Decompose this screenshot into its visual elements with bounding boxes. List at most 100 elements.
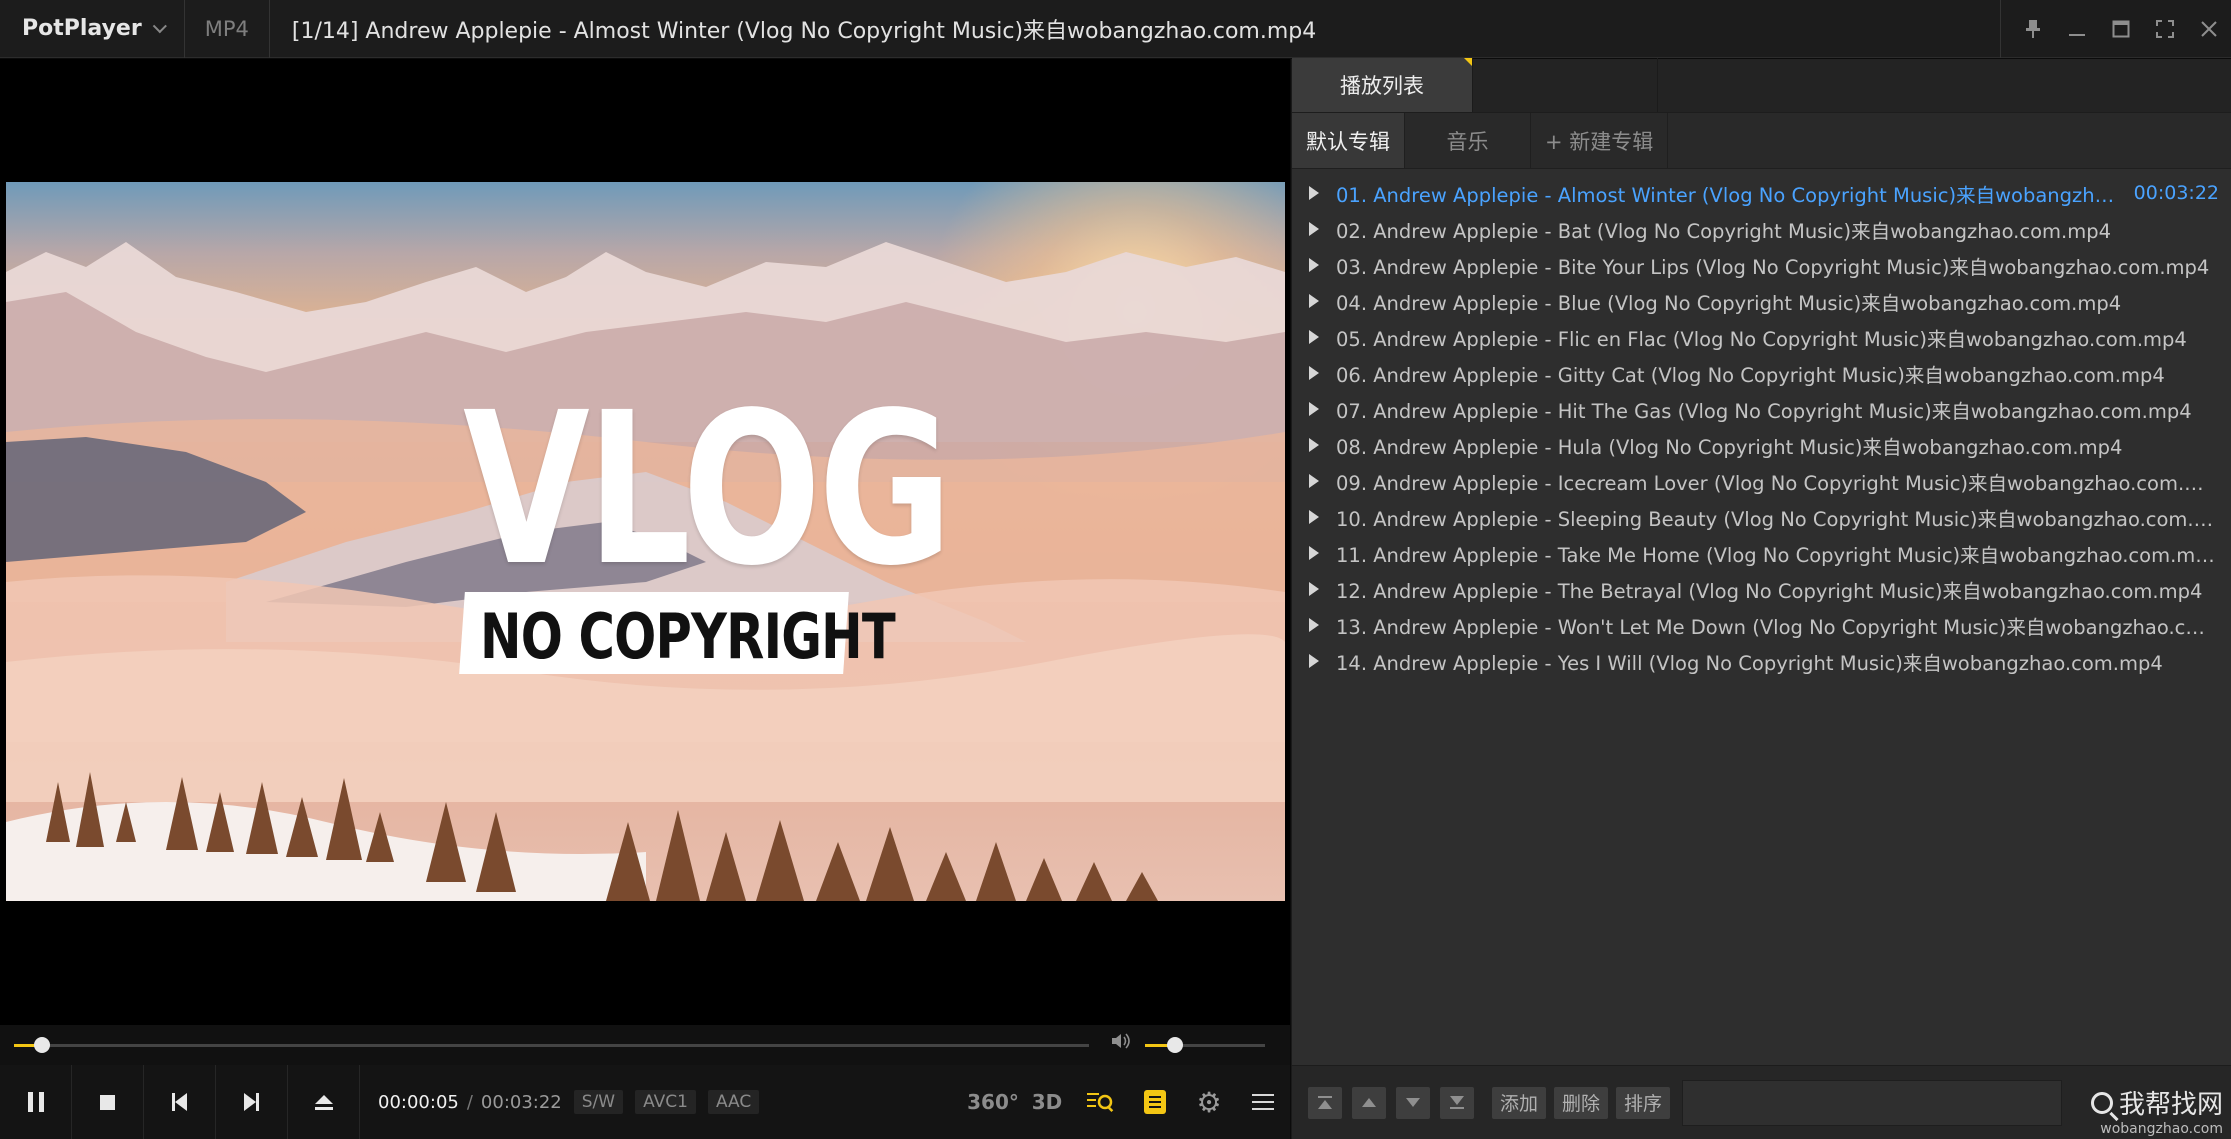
playlist-item[interactable]: 02. Andrew Applepie - Bat (Vlog No Copyr… (1292, 211, 2231, 247)
playlist-item[interactable]: 12. Andrew Applepie - The Betrayal (Vlog… (1292, 571, 2231, 607)
playlist-item-title: 11. Andrew Applepie - Take Me Home (Vlog… (1336, 543, 2216, 567)
playlist-item[interactable]: 07. Andrew Applepie - Hit The Gas (Vlog … (1292, 391, 2231, 427)
play-triangle-icon (1309, 402, 1319, 416)
seek-bar[interactable] (14, 1037, 1089, 1053)
watermark-sub-text: wobangzhao.com (2100, 1121, 2223, 1137)
playlist-items: 01. Andrew Applepie - Almost Winter (Vlo… (1292, 169, 2231, 679)
move-down-button[interactable] (1396, 1086, 1430, 1119)
previous-button[interactable] (144, 1065, 216, 1139)
total-time: 00:03:22 (480, 1091, 562, 1113)
delete-button[interactable]: 删除 (1554, 1086, 1609, 1119)
playlist-item[interactable]: 04. Andrew Applepie - Blue (Vlog No Copy… (1292, 283, 2231, 319)
fullscreen-button[interactable] (2143, 0, 2187, 58)
vr-360-button[interactable]: 360° (966, 1065, 1020, 1139)
playlist-item[interactable]: 09. Andrew Applepie - Icecream Lover (Vl… (1292, 463, 2231, 499)
format-badge: MP4 (185, 0, 270, 58)
speaker-icon (1112, 1033, 1130, 1049)
window-title: [1/14] Andrew Applepie - Almost Winter (… (291, 18, 1317, 44)
playlist-item[interactable]: 13. Andrew Applepie - Won't Let Me Down … (1292, 607, 2231, 643)
skip-previous-icon (172, 1093, 187, 1111)
play-triangle-icon (1309, 438, 1319, 452)
playlist-item-title: 03. Andrew Applepie - Bite Your Lips (Vl… (1336, 255, 2210, 279)
playlist-item-title: 01. Andrew Applepie - Almost Winter (Vlo… (1336, 183, 2126, 207)
play-triangle-icon (1309, 366, 1319, 380)
playlist-item-title: 07. Andrew Applepie - Hit The Gas (Vlog … (1336, 399, 2192, 423)
pin-button[interactable] (2011, 0, 2055, 58)
main-menu-button[interactable] (1236, 1065, 1290, 1139)
play-triangle-icon (1309, 222, 1319, 236)
move-to-bottom-button[interactable] (1440, 1086, 1474, 1119)
play-triangle-icon (1309, 258, 1319, 272)
playlist-item[interactable]: 08. Andrew Applepie - Hula (Vlog No Copy… (1292, 427, 2231, 463)
tab-empty[interactable] (1473, 58, 1658, 112)
playlist-item-title: 09. Andrew Applepie - Icecream Lover (Vl… (1336, 471, 2216, 495)
open-file-button[interactable] (288, 1065, 360, 1139)
decoder-tag[interactable]: S/W (573, 1090, 624, 1114)
playlist-item-active[interactable]: 01. Andrew Applepie - Almost Winter (Vlo… (1292, 175, 2231, 211)
playlist-toggle-button[interactable] (1128, 1065, 1182, 1139)
current-time: 00:00:05 (378, 1091, 459, 1113)
video-codec-tag[interactable]: AVC1 (635, 1090, 696, 1114)
playlist-item-title: 14. Andrew Applepie - Yes I Will (Vlog N… (1336, 651, 2163, 675)
new-album-button[interactable]: + 新建专辑 (1531, 113, 1669, 168)
volume-button[interactable] (1110, 1031, 1132, 1057)
settings-button[interactable]: ⚙ (1182, 1065, 1236, 1139)
tab-playlist[interactable]: 播放列表 (1292, 58, 1473, 112)
play-triangle-icon (1309, 474, 1319, 488)
playlist-search-input[interactable] (1682, 1079, 2063, 1126)
vr-360-label: 360° (967, 1090, 1019, 1114)
move-to-top-button[interactable] (1308, 1086, 1342, 1119)
maximize-icon (2112, 20, 2130, 38)
playlist-item-title: 04. Andrew Applepie - Blue (Vlog No Copy… (1336, 291, 2122, 315)
playlist-item[interactable]: 14. Andrew Applepie - Yes I Will (Vlog N… (1292, 643, 2231, 679)
play-triangle-icon (1309, 510, 1319, 524)
video-area[interactable]: VLOG NO COPYRIGHT (0, 59, 1290, 1025)
maximize-button[interactable] (2099, 0, 2143, 58)
move-bottom-icon (1450, 1096, 1464, 1109)
fullscreen-icon (2156, 20, 2174, 38)
search-subtitle-button[interactable] (1074, 1065, 1128, 1139)
stop-icon (100, 1094, 115, 1110)
next-button[interactable] (216, 1065, 288, 1139)
overlay-no-copyright-text: NO COPYRIGHT (480, 600, 896, 673)
playlist-item-title: 05. Andrew Applepie - Flic en Flac (Vlog… (1336, 327, 2187, 351)
volume-handle[interactable] (1167, 1037, 1183, 1053)
album-tab-music[interactable]: 音乐 (1405, 113, 1531, 168)
pause-icon (27, 1092, 44, 1112)
sort-button[interactable]: 排序 (1616, 1086, 1671, 1119)
album-tab-default[interactable]: 默认专辑 (1292, 113, 1405, 168)
stop-button[interactable] (72, 1065, 144, 1139)
arrow-down-icon (1406, 1098, 1420, 1107)
playlist-item-title: 13. Andrew Applepie - Won't Let Me Down … (1336, 615, 2216, 639)
audio-codec-tag[interactable]: AAC (707, 1090, 760, 1114)
hamburger-menu-icon (1252, 1094, 1274, 1110)
gear-icon: ⚙ (1196, 1085, 1222, 1119)
playlist-item[interactable]: 10. Andrew Applepie - Sleeping Beauty (V… (1292, 499, 2231, 535)
watermark: 我帮找网 wobangzhao.com (2090, 1084, 2223, 1137)
watermark-main-text: 我帮找网 (2118, 1090, 2223, 1120)
playlist-item[interactable]: 11. Andrew Applepie - Take Me Home (Vlog… (1292, 535, 2231, 571)
playlist-icon (1144, 1090, 1166, 1114)
minimize-button[interactable] (2055, 0, 2099, 58)
play-triangle-icon (1309, 618, 1319, 632)
3d-button[interactable]: 3D (1020, 1065, 1074, 1139)
playlist-item[interactable]: 05. Andrew Applepie - Flic en Flac (Vlog… (1292, 319, 2231, 355)
title-bar: PotPlayer MP4 [1/14] Andrew Applepie - A… (0, 0, 2231, 58)
playlist-item[interactable]: 06. Andrew Applepie - Gitty Cat (Vlog No… (1292, 355, 2231, 391)
add-button[interactable]: 添加 (1492, 1086, 1547, 1119)
pause-button[interactable] (0, 1065, 72, 1139)
control-bar: 00:00:05 / 00:03:22 S/W AVC1 AAC 360° 3D… (0, 1065, 1290, 1139)
playlist-item-title: 10. Andrew Applepie - Sleeping Beauty (V… (1336, 507, 2216, 531)
volume-slider[interactable] (1145, 1037, 1265, 1053)
close-button[interactable] (2187, 0, 2231, 58)
playlist-item[interactable]: 03. Andrew Applepie - Bite Your Lips (Vl… (1292, 247, 2231, 283)
move-up-button[interactable] (1352, 1086, 1386, 1119)
seek-handle[interactable] (33, 1037, 50, 1053)
minimize-icon (2069, 34, 2085, 36)
magnifier-icon (2090, 1091, 2113, 1114)
time-separator: / (466, 1091, 473, 1113)
playlist-header: 播放列表 (1292, 58, 2231, 113)
app-menu-button[interactable]: PotPlayer (0, 0, 185, 58)
play-triangle-icon (1309, 582, 1319, 596)
video-frame[interactable]: VLOG NO COPYRIGHT (6, 182, 1285, 901)
